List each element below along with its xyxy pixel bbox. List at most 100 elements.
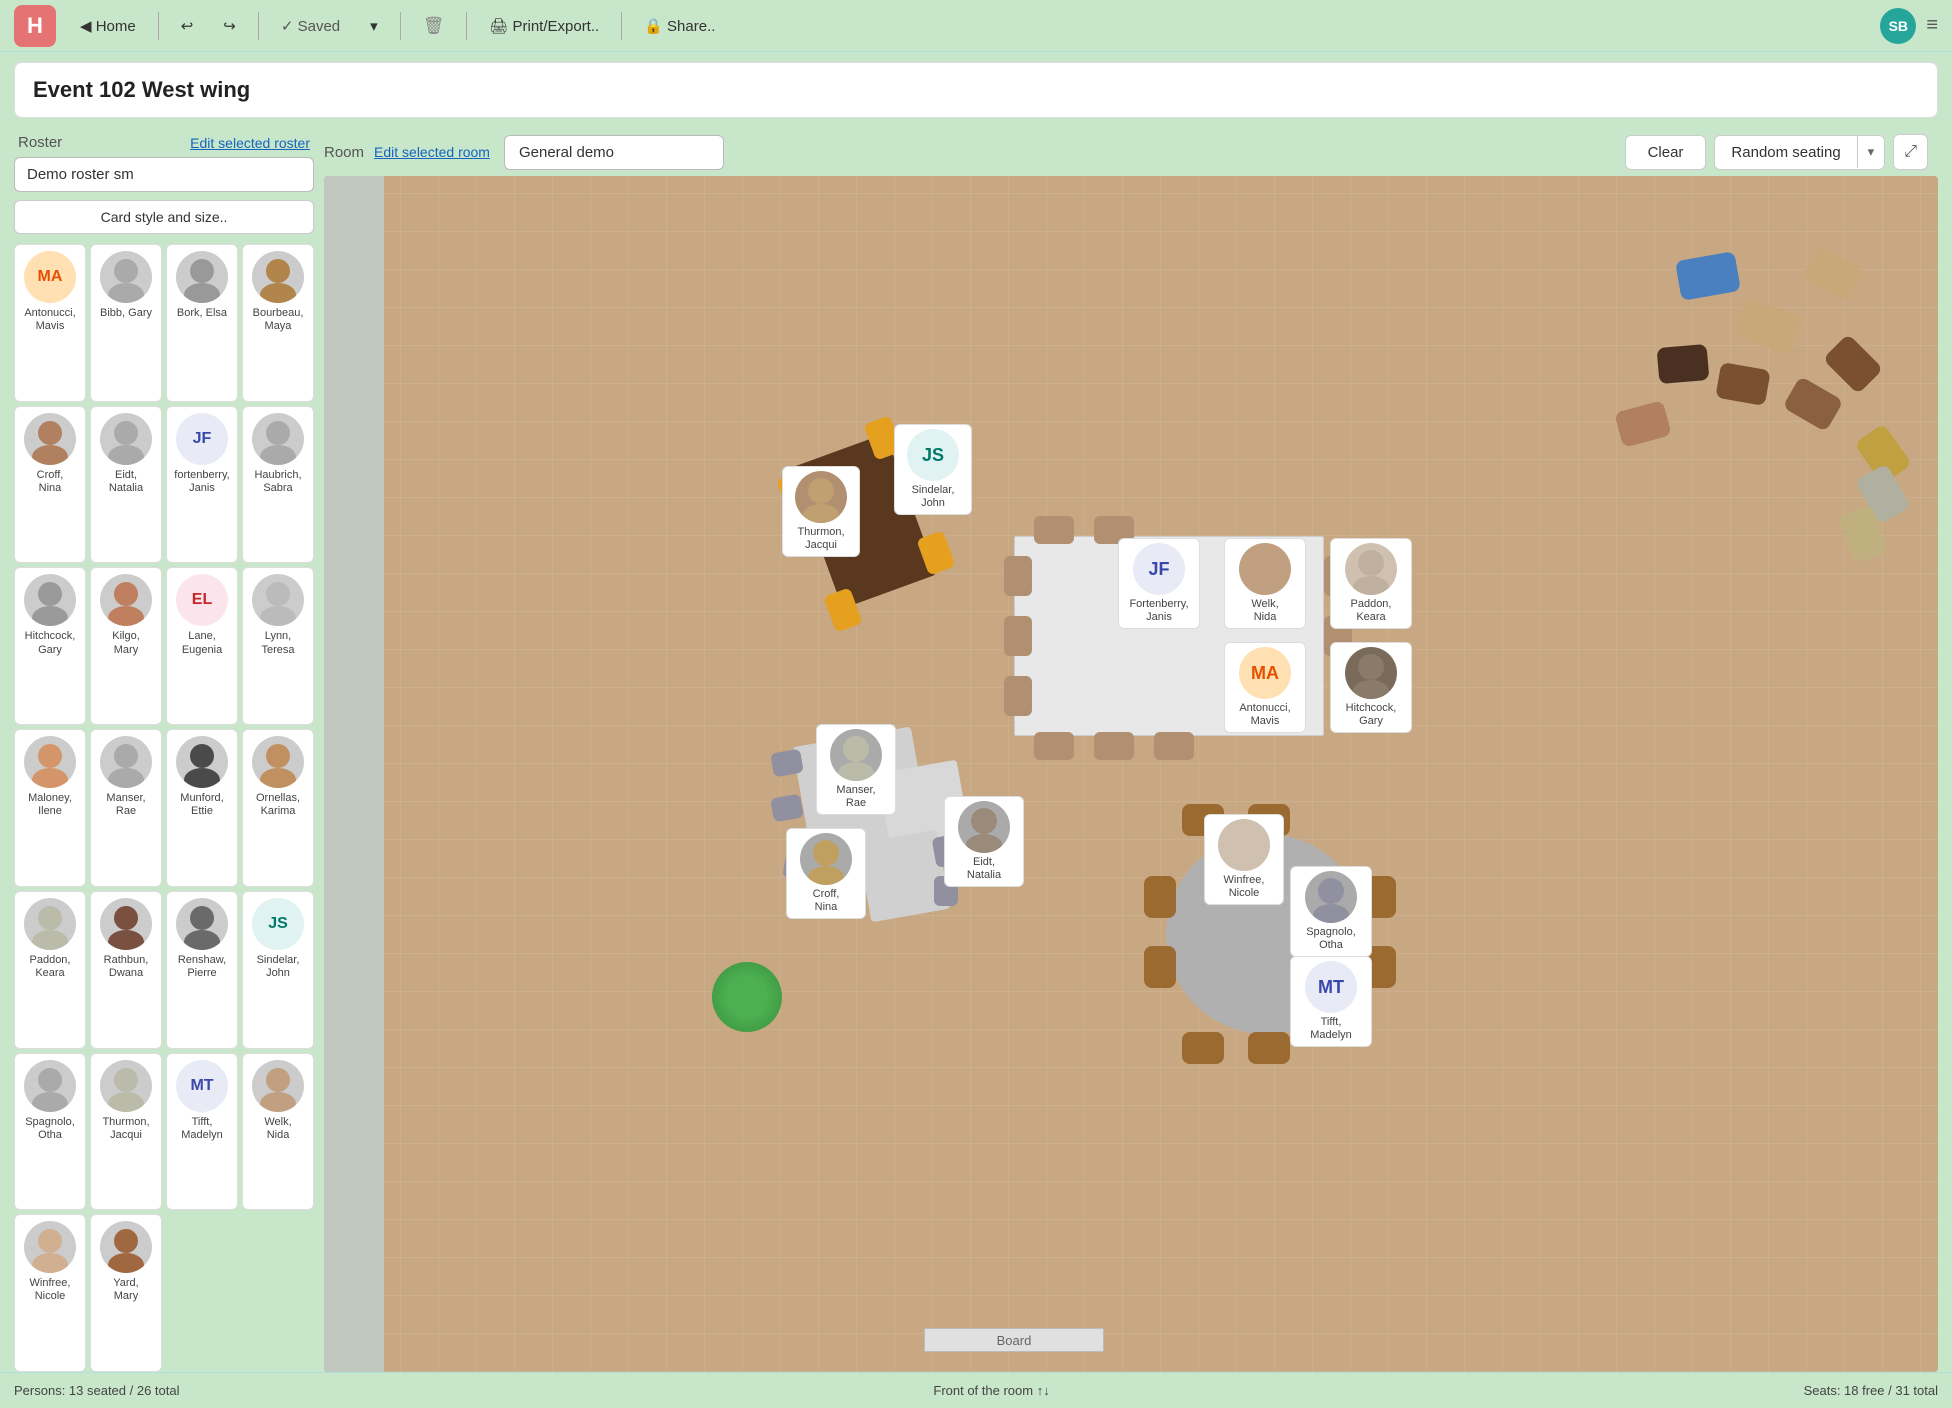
edit-roster-link[interactable]: Edit selected roster xyxy=(190,135,310,151)
list-item[interactable]: JF fortenberry,Janis xyxy=(166,406,238,564)
person-name: Kilgo,Mary xyxy=(112,630,140,656)
room-section: Room Edit selected room xyxy=(324,144,490,161)
list-item[interactable]: EL Lane,Eugenia xyxy=(166,567,238,725)
persons-status: Persons: 13 seated / 26 total xyxy=(14,1383,180,1398)
avatar xyxy=(1218,819,1270,871)
person-name: Winfree,Nicole xyxy=(30,1277,71,1303)
list-item[interactable]: Manser,Rae xyxy=(90,729,162,887)
left-separator xyxy=(324,176,384,1372)
list-item[interactable]: Spagnolo,Otha xyxy=(14,1053,86,1211)
person-name: Bork, Elsa xyxy=(177,307,227,320)
plant xyxy=(712,962,782,1032)
person-name: Antonucci,Mavis xyxy=(24,307,75,333)
avatar xyxy=(100,1221,152,1273)
person-name: Antonucci,Mavis xyxy=(1239,702,1290,728)
list-item[interactable]: Munford,Ettie xyxy=(166,729,238,887)
redo-button[interactable]: ↪ xyxy=(211,11,248,41)
person-name: Thurmon,Jacqui xyxy=(102,1116,149,1142)
home-button[interactable]: ◀ Home xyxy=(68,11,148,41)
person-name: Fortenberry,Janis xyxy=(1129,598,1188,624)
list-item[interactable]: Bourbeau,Maya xyxy=(242,244,314,402)
avatar xyxy=(100,898,152,950)
list-item[interactable]: Croff,Nina xyxy=(14,406,86,564)
delete-button[interactable]: 🗑 xyxy=(411,10,457,42)
seat-hitchcock[interactable]: Hitchcock,Gary xyxy=(1330,642,1412,733)
avatar: JF xyxy=(1133,543,1185,595)
seat-sindelar[interactable]: JS Sindelar,John xyxy=(894,424,972,515)
room-select[interactable]: General demo xyxy=(504,135,724,170)
share-button[interactable]: 🔒 Share.. xyxy=(632,11,727,41)
list-item[interactable]: Eidt,Natalia xyxy=(90,406,162,564)
chair xyxy=(1004,616,1032,656)
saved-caret-button[interactable]: ▾ xyxy=(358,11,390,41)
seat-fortenberry[interactable]: JF Fortenberry,Janis xyxy=(1118,538,1200,629)
seat-manser[interactable]: Manser,Rae xyxy=(816,724,896,815)
list-item[interactable]: Bork, Elsa xyxy=(166,244,238,402)
board-label: Board xyxy=(997,1333,1032,1348)
room-controls: Room Edit selected room General demo Cle… xyxy=(314,128,1938,176)
list-item[interactable]: Welk,Nida xyxy=(242,1053,314,1211)
roster-select[interactable]: Demo roster sm xyxy=(14,157,314,192)
seat-thurmon[interactable]: Thurmon,Jacqui xyxy=(782,466,860,557)
avatar xyxy=(24,1060,76,1112)
chair xyxy=(1657,344,1710,384)
seat-winfree[interactable]: Winfree,Nicole xyxy=(1204,814,1284,905)
chair xyxy=(1144,876,1176,918)
nav-divider-4 xyxy=(466,12,467,40)
random-seating-button[interactable]: Random seating ▾ xyxy=(1714,135,1885,170)
list-item[interactable]: MT Tifft,Madelyn xyxy=(166,1053,238,1211)
list-item[interactable]: Thurmon,Jacqui xyxy=(90,1053,162,1211)
clear-button[interactable]: Clear xyxy=(1625,135,1707,170)
chair xyxy=(1004,676,1032,716)
user-avatar[interactable]: SB xyxy=(1880,8,1916,44)
avatar xyxy=(24,574,76,626)
list-item[interactable]: Lynn,Teresa xyxy=(242,567,314,725)
person-name: Yard,Mary xyxy=(113,1277,138,1303)
list-item[interactable]: JS Sindelar,John xyxy=(242,891,314,1049)
avatar: MA xyxy=(1239,647,1291,699)
roster-grid: MA Antonucci,Mavis Bibb, Gary Bork, Elsa… xyxy=(14,244,314,1372)
avatar xyxy=(252,1060,304,1112)
list-item[interactable]: MA Antonucci,Mavis xyxy=(14,244,86,402)
random-seating-caret[interactable]: ▾ xyxy=(1857,136,1885,168)
chair xyxy=(1182,1032,1224,1064)
avatar xyxy=(24,413,76,465)
person-name: Spagnolo,Otha xyxy=(25,1116,75,1142)
seat-tifft[interactable]: MT Tifft,Madelyn xyxy=(1290,956,1372,1047)
saved-button[interactable]: ✓ Saved xyxy=(269,11,352,41)
list-item[interactable]: Paddon,Keara xyxy=(14,891,86,1049)
list-item[interactable]: Winfree,Nicole xyxy=(14,1214,86,1372)
avatar xyxy=(252,574,304,626)
list-item[interactable]: Hitchcock,Gary xyxy=(14,567,86,725)
roster-header: Roster Edit selected roster xyxy=(14,128,314,157)
seat-eidt[interactable]: Eidt,Natalia xyxy=(944,796,1024,887)
list-item[interactable]: Bibb, Gary xyxy=(90,244,162,402)
print-export-button[interactable]: 🖨 Print/Export.. xyxy=(477,11,611,41)
random-seating-main[interactable]: Random seating xyxy=(1715,136,1856,169)
avatar: MA xyxy=(24,251,76,303)
undo-button[interactable]: ↩ xyxy=(169,11,206,41)
seat-croff[interactable]: Croff,Nina xyxy=(786,828,866,919)
expand-button[interactable]: ⤢ xyxy=(1893,134,1928,170)
list-item[interactable]: Kilgo,Mary xyxy=(90,567,162,725)
person-name: Spagnolo,Otha xyxy=(1306,926,1356,952)
person-name: Welk,Nida xyxy=(1251,598,1278,624)
event-title[interactable]: Event 102 West wing xyxy=(14,62,1938,118)
person-name: Munford,Ettie xyxy=(180,792,223,818)
list-item[interactable]: Renshaw,Pierre xyxy=(166,891,238,1049)
edit-room-link[interactable]: Edit selected room xyxy=(374,144,490,160)
list-item[interactable]: Maloney,Ilene xyxy=(14,729,86,887)
seat-antonucci[interactable]: MA Antonucci,Mavis xyxy=(1224,642,1306,733)
person-name: Welk,Nida xyxy=(264,1116,291,1142)
person-name: Haubrich,Sabra xyxy=(254,469,301,495)
list-item[interactable]: Haubrich,Sabra xyxy=(242,406,314,564)
seat-paddon[interactable]: Paddon,Keara xyxy=(1330,538,1412,629)
menu-icon[interactable]: ≡ xyxy=(1926,14,1938,37)
seat-spagnolo[interactable]: Spagnolo,Otha xyxy=(1290,866,1372,957)
seat-welk[interactable]: Welk,Nida xyxy=(1224,538,1306,629)
chair xyxy=(1034,732,1074,760)
card-style-button[interactable]: Card style and size.. xyxy=(14,200,314,234)
list-item[interactable]: Yard,Mary xyxy=(90,1214,162,1372)
list-item[interactable]: Ornellas,Karima xyxy=(242,729,314,887)
list-item[interactable]: Rathbun,Dwana xyxy=(90,891,162,1049)
